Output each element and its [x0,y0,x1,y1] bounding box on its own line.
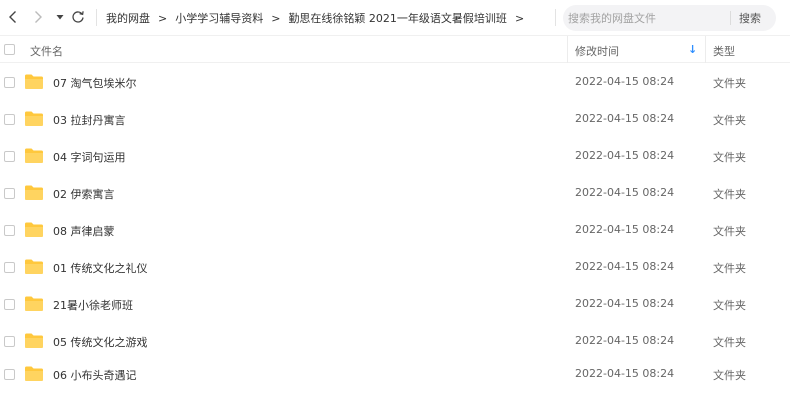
file-type: 文件夹 [713,77,746,90]
file-modified-time: 2022-04-15 08:24 [575,297,675,310]
column-divider[interactable] [567,36,568,63]
file-row[interactable]: 02 伊索寓言 2022-04-15 08:24 文件夹 [0,175,790,212]
file-type: 文件夹 [713,225,746,238]
file-type: 文件夹 [713,114,746,127]
breadcrumb-separator: > [158,11,168,25]
folder-icon [25,148,43,163]
column-header-type[interactable]: 类型 [713,43,735,59]
column-divider[interactable] [705,36,706,63]
chevron-left-icon [9,11,16,23]
file-modified-time: 2022-04-15 08:24 [575,260,675,273]
search-box: 搜索 [563,5,776,31]
row-checkbox[interactable] [4,188,15,199]
row-checkbox[interactable] [4,299,15,310]
row-checkbox[interactable] [4,369,15,380]
file-modified-time: 2022-04-15 08:24 [575,186,675,199]
file-row[interactable]: 07 淘气包埃米尔 2022-04-15 08:24 文件夹 [0,64,790,101]
file-type: 文件夹 [713,151,746,164]
file-modified-time: 2022-04-15 08:24 [575,334,675,347]
file-type: 文件夹 [713,369,746,382]
file-modified-time: 2022-04-15 08:24 [575,367,675,380]
breadcrumb-item-study-materials[interactable]: 小学学习辅导资料 [175,10,263,26]
search-input[interactable] [568,9,723,27]
file-list-header: 文件名 修改时间 ↓ 类型 [0,36,790,63]
breadcrumb-separator: > [271,11,281,25]
select-all-checkbox[interactable] [4,44,15,55]
refresh-button[interactable] [67,6,89,28]
file-name[interactable]: 04 字词句运用 [53,149,126,165]
file-row[interactable]: 03 拉封丹寓言 2022-04-15 08:24 文件夹 [0,101,790,138]
file-type: 文件夹 [713,188,746,201]
toolbar-divider [555,9,556,26]
breadcrumb: 我的网盘 > 小学学习辅导资料 > 勤思在线徐铭颖 2021一年级语文暑假培训班… [106,10,524,26]
folder-icon [25,366,43,381]
file-modified-time: 2022-04-15 08:24 [575,149,675,162]
column-header-name[interactable]: 文件名 [30,43,63,59]
row-checkbox[interactable] [4,225,15,236]
folder-icon [25,296,43,311]
folder-icon [25,185,43,200]
chevron-right-icon [35,11,42,23]
file-name[interactable]: 08 声律启蒙 [53,223,115,239]
toolbar: 我的网盘 > 小学学习辅导资料 > 勤思在线徐铭颖 2021一年级语文暑假培训班… [0,0,790,36]
row-checkbox[interactable] [4,114,15,125]
file-type: 文件夹 [713,336,746,349]
file-name[interactable]: 06 小布头奇遇记 [53,367,137,383]
sort-descending-icon[interactable]: ↓ [688,43,697,56]
file-name[interactable]: 02 伊索寓言 [53,186,115,202]
breadcrumb-more-separator[interactable]: > [515,12,524,25]
file-modified-time: 2022-04-15 08:24 [575,75,675,88]
row-checkbox[interactable] [4,262,15,273]
caret-down-icon [56,15,64,20]
nav-divider [96,9,97,26]
file-type: 文件夹 [713,262,746,275]
file-name[interactable]: 21暑小徐老师班 [53,297,133,313]
file-row[interactable]: 01 传统文化之礼仪 2022-04-15 08:24 文件夹 [0,249,790,286]
file-name[interactable]: 03 拉封丹寓言 [53,112,126,128]
folder-icon [25,259,43,274]
folder-icon [25,222,43,237]
folder-icon [25,74,43,89]
search-divider [730,11,731,25]
file-row[interactable]: 04 字词句运用 2022-04-15 08:24 文件夹 [0,138,790,175]
folder-icon [25,333,43,348]
forward-button[interactable] [27,6,49,28]
refresh-icon [72,11,84,23]
row-checkbox[interactable] [4,77,15,88]
row-checkbox[interactable] [4,151,15,162]
file-row[interactable]: 05 传统文化之游戏 2022-04-15 08:24 文件夹 [0,323,790,360]
folder-icon [25,111,43,126]
file-name[interactable]: 07 淘气包埃米尔 [53,75,137,91]
file-row[interactable]: 06 小布头奇遇记 2022-04-15 08:24 文件夹 [0,356,790,393]
file-modified-time: 2022-04-15 08:24 [575,112,675,125]
row-checkbox[interactable] [4,336,15,347]
breadcrumb-item-current-folder[interactable]: 勤思在线徐铭颖 2021一年级语文暑假培训班 [288,10,507,26]
column-header-modified[interactable]: 修改时间 [575,43,619,59]
file-modified-time: 2022-04-15 08:24 [575,223,675,236]
file-name[interactable]: 01 传统文化之礼仪 [53,260,148,276]
breadcrumb-item-my-drive[interactable]: 我的网盘 [106,10,150,26]
file-row[interactable]: 21暑小徐老师班 2022-04-15 08:24 文件夹 [0,286,790,323]
search-button[interactable]: 搜索 [739,10,761,26]
file-row[interactable]: 08 声律启蒙 2022-04-15 08:24 文件夹 [0,212,790,249]
back-button[interactable] [2,6,24,28]
file-type: 文件夹 [713,299,746,312]
file-name[interactable]: 05 传统文化之游戏 [53,334,148,350]
